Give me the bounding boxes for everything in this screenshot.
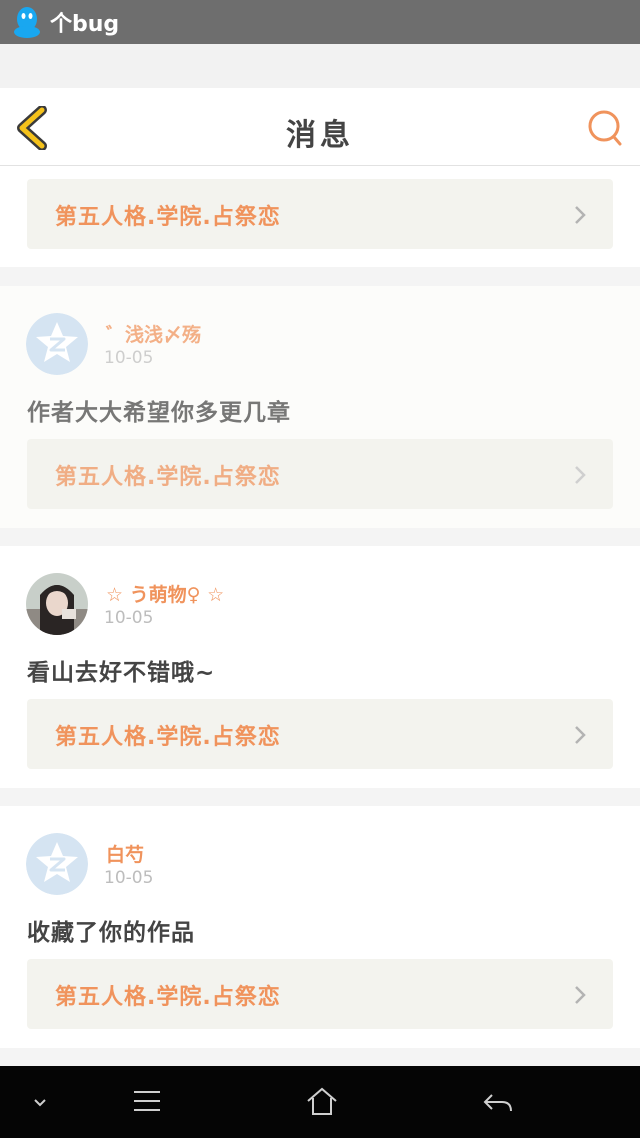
list-item: ☆ う萌物♀ ☆ 10-05 看山去好不错哦~ 第五人格.学院.占祭恋 [0,546,640,788]
work-title: 第五人格.学院.占祭恋 [55,205,281,230]
comment-text: 收藏了你的作品 [27,920,195,946]
chevron-right-icon [575,206,586,224]
comment-text: 看山去好不错哦~ [27,660,216,686]
dropdown-arrow-icon[interactable] [30,1086,50,1118]
user-name[interactable]: ☆ う萌物♀ ☆ [106,580,224,607]
message-date: 10-05 [104,868,154,888]
user-photo[interactable] [26,573,88,635]
back-arrow-icon[interactable] [482,1086,514,1118]
work-title: 第五人格.学院.占祭恋 [55,465,281,490]
work-link[interactable]: 第五人格.学院.占祭恋 [27,179,613,249]
status-notification-text: 个bug [50,12,120,37]
message-list[interactable]: 第五人格.学院.占祭恋 ゛浅浅〆殇 10-05 作者大大希望你多更几章 第五人格… [0,166,640,1066]
navigation-bar [0,1066,640,1138]
work-title: 第五人格.学院.占祭恋 [55,985,281,1010]
list-item: 第五人格.学院.占祭恋 [0,166,640,267]
menu-icon[interactable] [132,1086,162,1118]
comment-text: 作者大大希望你多更几章 [27,400,291,426]
list-item: ゛浅浅〆殇 10-05 作者大大希望你多更几章 第五人格.学院.占祭恋 [0,286,640,528]
work-link[interactable]: 第五人格.学院.占祭恋 [27,699,613,769]
default-avatar-icon[interactable] [26,313,88,375]
chevron-right-icon [575,466,586,484]
work-link[interactable]: 第五人格.学院.占祭恋 [27,959,613,1029]
chevron-right-icon [575,986,586,1004]
message-date: 10-05 [104,348,154,368]
home-icon[interactable] [305,1086,339,1118]
message-date: 10-05 [104,608,154,628]
work-link[interactable]: 第五人格.学院.占祭恋 [27,439,613,509]
header-spacer [0,44,640,88]
work-title: 第五人格.学院.占祭恋 [55,725,281,750]
search-icon[interactable] [586,108,626,148]
chevron-right-icon [575,726,586,744]
user-name[interactable]: 白芍 [106,840,144,867]
user-name[interactable]: ゛浅浅〆殇 [106,320,201,347]
header: 消息 [0,88,640,166]
page-title: 消息 [286,118,354,153]
default-avatar-icon[interactable] [26,833,88,895]
qq-penguin-icon [14,7,40,38]
list-item: 白芍 10-05 收藏了你的作品 第五人格.学院.占祭恋 [0,806,640,1048]
status-bar: 个bug [0,0,640,44]
